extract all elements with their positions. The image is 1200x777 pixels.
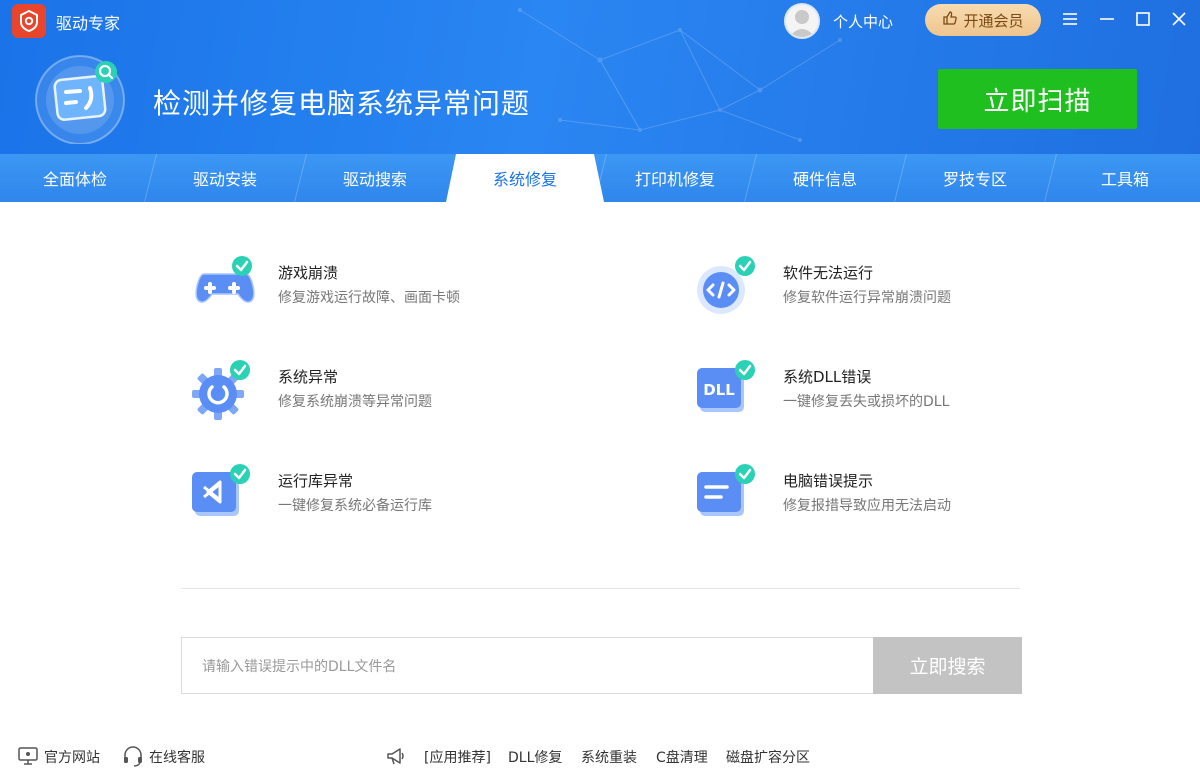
search-now-button[interactable]: 立即搜索 <box>873 637 1022 694</box>
repair-item-game-crash[interactable]: 游戏崩溃 修复游戏运行故障、画面卡顿 <box>190 252 590 332</box>
tab-hardware-info[interactable]: 硬件信息 <box>750 154 900 202</box>
item-description: 修复游戏运行故障、画面卡顿 <box>278 290 460 306</box>
item-title: 系统异常 <box>278 368 339 386</box>
item-title: 游戏崩溃 <box>278 264 339 282</box>
visual-studio-icon <box>192 464 250 516</box>
footer-bar: 官方网站 在线客服 [应用推荐] DLL修复 系统重装 C盘清理 磁盘扩容分区 <box>0 735 1200 777</box>
item-description: 一键修复系统必备运行库 <box>278 498 432 514</box>
footer-link-system-reinstall[interactable]: 系统重装 <box>581 747 637 767</box>
tab-system-repair[interactable]: 系统修复 <box>450 154 600 202</box>
gamepad-icon <box>195 256 255 303</box>
app-logo-icon <box>12 4 46 38</box>
repair-item-dll-error[interactable]: DLL 系统DLL错误 一键修复丢失或损坏的DLL <box>695 356 1095 436</box>
item-description: 修复软件运行异常崩溃问题 <box>783 290 951 306</box>
header-banner: 驱动专家 个人中心 开通会员 检测并修复电脑系统异常问题 立即扫描 <box>0 0 1200 154</box>
gear-icon <box>192 360 250 420</box>
tab-logitech-zone[interactable]: 罗技专区 <box>900 154 1050 202</box>
item-title: 运行库异常 <box>278 472 354 490</box>
dll-search-input[interactable]: 请输入错误提示中的DLL文件名 <box>181 637 873 694</box>
item-description: 修复系统崩溃等异常问题 <box>278 394 432 410</box>
online-service-link[interactable]: 在线客服 <box>149 747 205 767</box>
tab-full-check[interactable]: 全面体检 <box>0 154 150 202</box>
tab-driver-install[interactable]: 驱动安装 <box>150 154 300 202</box>
headset-icon <box>124 746 142 767</box>
svg-text:DLL: DLL <box>703 381 735 399</box>
content-divider <box>181 588 1020 589</box>
official-site-link[interactable]: 官方网站 <box>44 747 100 767</box>
close-icon[interactable] <box>1168 8 1190 30</box>
footer-link-dll-repair[interactable]: DLL修复 <box>508 747 562 767</box>
item-description: 一键修复丢失或损坏的DLL <box>783 394 950 410</box>
app-recommend-label: [应用推荐] <box>424 750 491 766</box>
code-icon <box>697 256 755 314</box>
item-title: 电脑错误提示 <box>783 472 874 490</box>
user-center-link[interactable]: 个人中心 <box>833 11 893 32</box>
vip-button[interactable]: 开通会员 <box>925 4 1041 36</box>
thumbs-up-icon <box>942 10 958 30</box>
tab-driver-search[interactable]: 驱动搜索 <box>300 154 450 202</box>
repair-item-runtime-exception[interactable]: 运行库异常 一键修复系统必备运行库 <box>190 460 590 540</box>
message-icon <box>697 464 755 516</box>
app-title: 驱动专家 <box>56 14 121 33</box>
maximize-icon[interactable] <box>1132 8 1154 30</box>
minimize-icon[interactable] <box>1096 8 1118 30</box>
dll-icon: DLL <box>697 360 755 412</box>
repair-item-error-prompt[interactable]: 电脑错误提示 修复报措导致应用无法启动 <box>695 460 1095 540</box>
megaphone-icon <box>387 748 404 765</box>
monitor-icon <box>18 747 38 765</box>
item-description: 修复报措导致应用无法启动 <box>783 498 951 514</box>
scan-now-button[interactable]: 立即扫描 <box>938 69 1137 129</box>
system-repair-hero-icon <box>35 55 125 144</box>
hero-title: 检测并修复电脑系统异常问题 <box>153 87 531 120</box>
avatar[interactable] <box>784 3 820 39</box>
repair-item-software-cannot-run[interactable]: 软件无法运行 修复软件运行异常崩溃问题 <box>695 252 1095 332</box>
tab-toolbox[interactable]: 工具箱 <box>1050 154 1200 202</box>
tab-printer-repair[interactable]: 打印机修复 <box>600 154 750 202</box>
item-title: 软件无法运行 <box>783 264 874 282</box>
vip-label: 开通会员 <box>963 11 1024 30</box>
footer-link-disk-expand[interactable]: 磁盘扩容分区 <box>726 747 810 767</box>
repair-item-system-exception[interactable]: 系统异常 修复系统崩溃等异常问题 <box>190 356 590 436</box>
footer-link-c-drive-clean[interactable]: C盘清理 <box>656 747 708 767</box>
item-title: 系统DLL错误 <box>783 368 872 386</box>
hamburger-icon[interactable] <box>1059 8 1081 30</box>
